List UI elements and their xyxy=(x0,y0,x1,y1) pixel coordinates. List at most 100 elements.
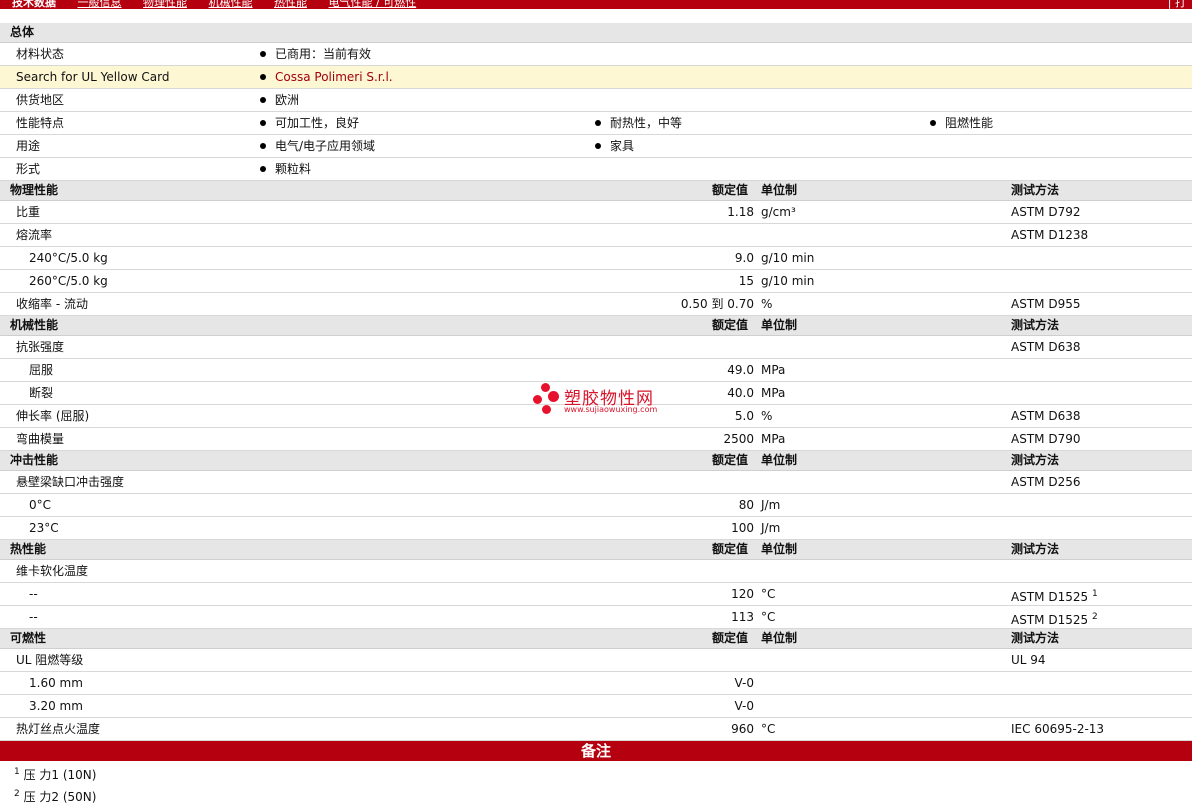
bullet-icon xyxy=(260,50,266,57)
bullet-icon xyxy=(260,96,266,103)
row-value: 960 xyxy=(731,722,754,736)
col-unit-header: 单位制 xyxy=(761,453,798,467)
row-label: 材料状态 xyxy=(16,47,65,61)
data-row: UL 阻燃等级 UL 94 xyxy=(0,649,1192,672)
supplier-link[interactable]: Cossa Polimeri S.r.l. xyxy=(275,70,393,84)
bullet-item: 家具 xyxy=(595,135,634,157)
row-label: 240°C/5.0 kg xyxy=(29,251,108,265)
data-row: 弯曲模量 2500 MPa ASTM D790 xyxy=(0,428,1192,451)
section-header-physical: 物理性能 额定值 单位制 测试方法 xyxy=(0,181,1192,201)
data-row: 悬壁梁缺口冲击强度 ASTM D256 xyxy=(0,471,1192,494)
bullet-item: 欧洲 xyxy=(260,89,299,111)
row-label: 3.20 mm xyxy=(29,699,83,713)
row-unit: MPa xyxy=(761,386,786,400)
row-form: 形式 颗粒料 xyxy=(0,158,1192,181)
data-row: 收缩率 - 流动 0.50 到 0.70 % ASTM D955 xyxy=(0,293,1192,316)
row-unit: MPa xyxy=(761,363,786,377)
data-row: 260°C/5.0 kg 15 g/10 min xyxy=(0,270,1192,293)
logo-dot-icon xyxy=(533,395,542,404)
row-unit: °C xyxy=(761,610,776,624)
tab-tech-data[interactable]: 技术数据 xyxy=(12,0,56,9)
col-test-header: 测试方法 xyxy=(1011,183,1060,197)
row-label: -- xyxy=(29,587,38,601)
footnote-1: 1 压 力1 (10N) xyxy=(14,767,97,782)
row-test: ASTM D792 xyxy=(1011,205,1081,219)
bullet-icon xyxy=(260,142,266,149)
row-value: V-0 xyxy=(734,699,754,713)
bullet-item: 可加工性，良好 xyxy=(260,112,359,134)
data-row: 屈服 49.0 MPa xyxy=(0,359,1192,382)
row-label: 1.60 mm xyxy=(29,676,83,690)
row-value: 113 xyxy=(731,610,754,624)
row-value: V-0 xyxy=(734,676,754,690)
section-title: 热性能 xyxy=(10,542,47,556)
row-label: 形式 xyxy=(16,162,41,176)
row-test: UL 94 xyxy=(1011,653,1046,667)
row-test: ASTM D256 xyxy=(1011,475,1081,489)
row-value: 120 xyxy=(731,587,754,601)
row-unit: °C xyxy=(761,587,776,601)
data-row: 维卡软化温度 xyxy=(0,560,1192,583)
logo-dot-icon xyxy=(542,405,551,414)
row-uses: 用途 电气/电子应用领域 家具 xyxy=(0,135,1192,158)
row-region: 供货地区 欧洲 xyxy=(0,89,1192,112)
data-row: 23°C 100 J/m xyxy=(0,517,1192,540)
row-test: ASTM D790 xyxy=(1011,432,1081,446)
row-label: 收缩率 - 流动 xyxy=(16,297,88,311)
row-label: 维卡软化温度 xyxy=(16,564,89,578)
tab-mechanical[interactable]: 机械性能 xyxy=(209,0,253,9)
footnote-ref: 1 xyxy=(1091,589,1098,599)
data-row: 抗张强度 ASTM D638 xyxy=(0,336,1192,359)
section-title: 可燃性 xyxy=(10,631,47,645)
row-unit: MPa xyxy=(761,432,786,446)
col-test-header: 测试方法 xyxy=(1011,453,1060,467)
col-test-header: 测试方法 xyxy=(1011,542,1060,556)
bullet-icon xyxy=(260,165,266,172)
print-link[interactable]: | 打 xyxy=(1168,0,1186,9)
col-test-header: 测试方法 xyxy=(1011,318,1060,332)
row-label: 弯曲模量 xyxy=(16,432,65,446)
section-header-general: 总体 xyxy=(0,23,1192,43)
row-test: ASTM D955 xyxy=(1011,297,1081,311)
tab-electrical[interactable]: 电气性能 / 可燃性 xyxy=(329,0,417,9)
col-test-header: 测试方法 xyxy=(1011,631,1060,645)
section-title: 冲击性能 xyxy=(10,453,59,467)
row-label: UL 阻燃等级 xyxy=(16,653,84,667)
col-nominal-header: 额定值 xyxy=(712,453,749,467)
row-label: 供货地区 xyxy=(16,93,65,107)
row-label: 比重 xyxy=(16,205,41,219)
bullet-item: 阻燃性能 xyxy=(930,112,993,134)
yellow-card-link[interactable]: Search for UL Yellow Card xyxy=(16,66,169,88)
section-header-flammability: 可燃性 额定值 单位制 测试方法 xyxy=(0,629,1192,649)
row-value: 5.0 xyxy=(734,409,754,423)
row-test: ASTM D638 xyxy=(1011,340,1081,354)
bullet-icon xyxy=(260,119,266,126)
row-label: 用途 xyxy=(16,139,41,153)
row-value: 15 xyxy=(738,274,754,288)
row-value: 1.18 xyxy=(727,205,754,219)
section-header-impact: 冲击性能 额定值 单位制 测试方法 xyxy=(0,451,1192,471)
row-test: ASTM D1525 2 xyxy=(1011,612,1098,627)
row-value: 100 xyxy=(731,521,754,535)
row-yellow-card: Search for UL Yellow Card Cossa Polimeri… xyxy=(0,66,1192,89)
top-tabs: 技术数据 一般信息 物理性能 机械性能 热性能 电气性能 / 可燃性 xyxy=(12,0,434,9)
row-label: 0°C xyxy=(29,498,52,512)
tab-physical[interactable]: 物理性能 xyxy=(143,0,187,9)
col-unit-header: 单位制 xyxy=(761,631,798,645)
row-label: 屈服 xyxy=(29,363,54,377)
footnote-2: 2 压 力2 (50N) xyxy=(14,789,97,804)
data-row: -- 113 °C ASTM D1525 2 xyxy=(0,606,1192,629)
row-unit: J/m xyxy=(761,521,781,535)
tab-general-info[interactable]: 一般信息 xyxy=(78,0,122,9)
col-unit-header: 单位制 xyxy=(761,318,798,332)
row-features: 性能特点 可加工性，良好 耐热性，中等 阻燃性能 xyxy=(0,112,1192,135)
data-row: -- 120 °C ASTM D1525 1 xyxy=(0,583,1192,606)
data-row: 3.20 mm V-0 xyxy=(0,695,1192,718)
row-label: 伸长率 (屈服) xyxy=(16,409,90,423)
bullet-item: 已商用：当前有效 xyxy=(260,43,371,65)
row-test: IEC 60695-2-13 xyxy=(1011,722,1105,736)
data-row: 1.60 mm V-0 xyxy=(0,672,1192,695)
tab-thermal[interactable]: 热性能 xyxy=(274,0,307,9)
row-test: ASTM D638 xyxy=(1011,409,1081,423)
row-value: 40.0 xyxy=(727,386,754,400)
